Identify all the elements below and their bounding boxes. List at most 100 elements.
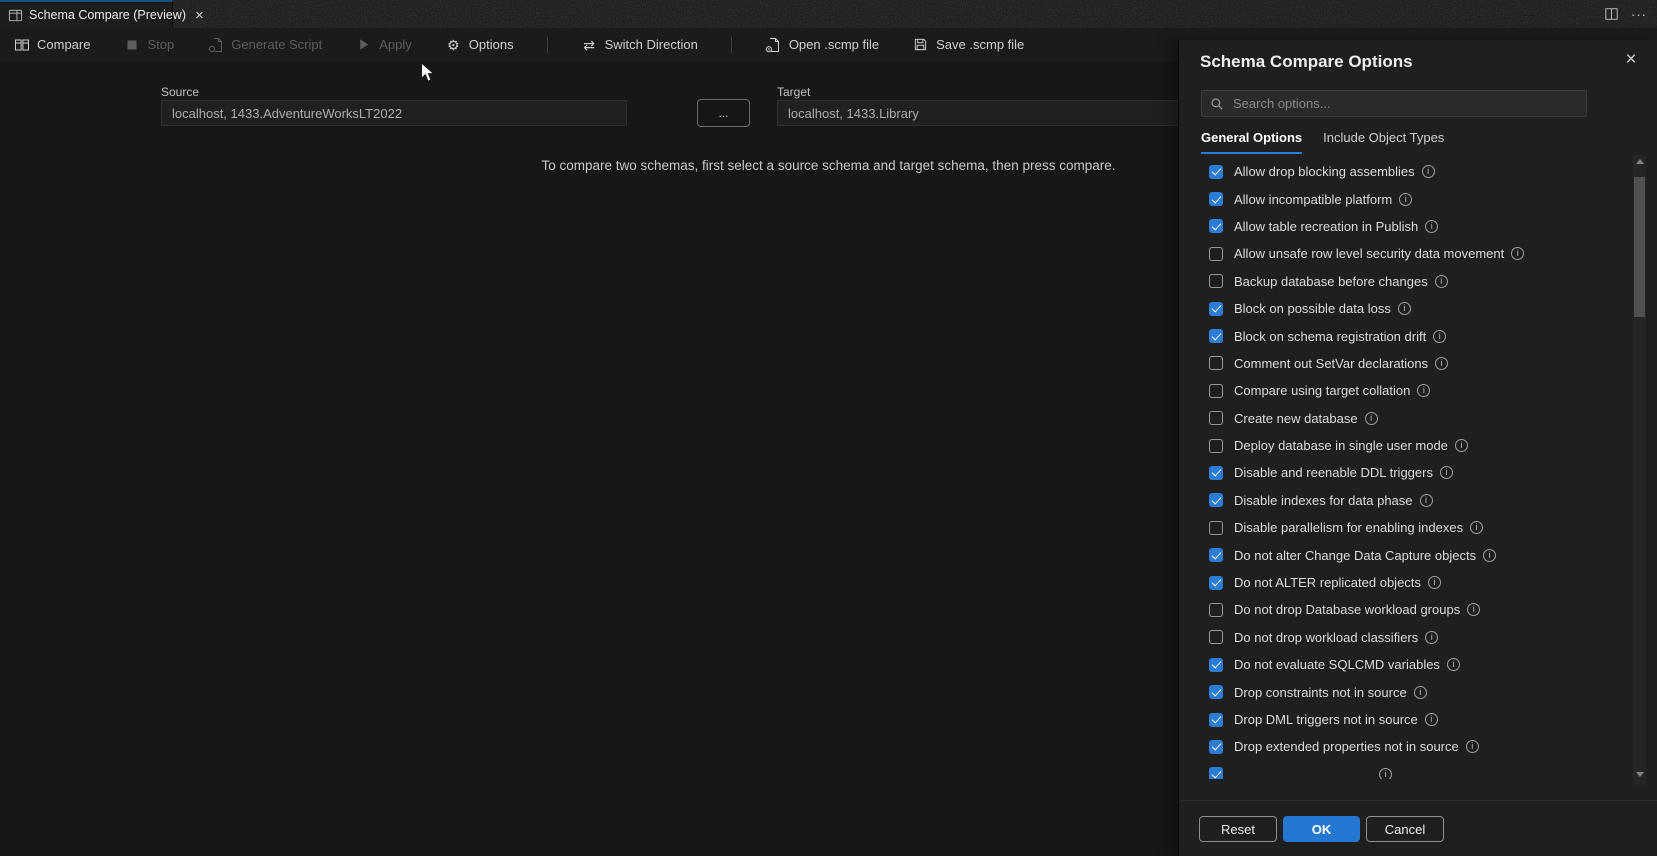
checkbox-unchecked[interactable]: [1209, 438, 1223, 453]
toolbar-button-generate-script[interactable]: Generate Script: [207, 36, 322, 53]
info-icon[interactable]: i: [1470, 521, 1484, 535]
info-icon[interactable]: i: [1379, 767, 1392, 779]
toolbar-label-options: Options: [468, 37, 514, 52]
scrollbar-thumb[interactable]: [1634, 177, 1645, 317]
option-row-drop-constraints-not-in-source[interactable]: Drop constraints not in source i: [1201, 678, 1611, 705]
checkbox-checked[interactable]: [1209, 192, 1223, 207]
checkbox-checked[interactable]: [1209, 685, 1223, 700]
info-icon[interactable]: i: [1417, 384, 1431, 398]
info-icon[interactable]: i: [1465, 740, 1479, 754]
info-icon[interactable]: i: [1399, 192, 1413, 206]
info-icon[interactable]: i: [1364, 411, 1378, 425]
options-search-input[interactable]: [1231, 95, 1578, 112]
checkbox-unchecked[interactable]: [1209, 411, 1223, 426]
option-row-comment-out-setvar-declarations[interactable]: Comment out SetVar declarations i: [1201, 350, 1611, 377]
checkbox-unchecked[interactable]: [1209, 246, 1223, 261]
checkbox-unchecked[interactable]: [1209, 602, 1223, 617]
checkbox-checked[interactable]: [1209, 767, 1223, 779]
option-row-disable-and-reenable-ddl-triggers[interactable]: Disable and reenable DDL triggers i: [1201, 459, 1611, 486]
option-row-partial[interactable]: i: [1201, 761, 1611, 779]
info-icon[interactable]: i: [1424, 713, 1438, 726]
checkbox-unchecked[interactable]: [1209, 383, 1223, 398]
source-browse-button[interactable]: ...: [697, 99, 750, 127]
info-icon[interactable]: i: [1434, 274, 1448, 288]
scroll-up-icon[interactable]: [1635, 159, 1644, 164]
checkbox-checked[interactable]: [1209, 219, 1223, 234]
compare-icon: [13, 36, 30, 53]
option-row-disable-parallelism-for-enabling-indexes[interactable]: Disable parallelism for enabling indexes…: [1201, 514, 1611, 541]
options-search-box[interactable]: [1201, 90, 1587, 117]
option-row-allow-incompatible-platform[interactable]: Allow incompatible platform i: [1201, 185, 1611, 212]
info-icon[interactable]: i: [1427, 576, 1441, 590]
option-row-block-on-schema-registration-drift[interactable]: Block on schema registration drift i: [1201, 322, 1611, 349]
option-row-allow-drop-blocking-assemblies[interactable]: Allow drop blocking assemblies i: [1201, 158, 1611, 185]
panel-title: Schema Compare Options: [1200, 52, 1413, 71]
checkbox-checked[interactable]: [1209, 493, 1223, 508]
info-icon[interactable]: i: [1425, 630, 1439, 644]
info-icon[interactable]: i: [1413, 685, 1427, 699]
split-editor-icon[interactable]: [1604, 7, 1619, 21]
checkbox-checked[interactable]: [1209, 657, 1223, 672]
info-icon[interactable]: i: [1435, 356, 1449, 370]
info-icon[interactable]: i: [1511, 247, 1525, 261]
toolbar-button-compare[interactable]: Compare: [13, 36, 90, 53]
tab-general-options[interactable]: General Options: [1201, 130, 1303, 154]
toolbar-button-open-scmp-file[interactable]: Open .scmp file: [765, 36, 879, 53]
option-row-do-not-drop-workload-classifiers[interactable]: Do not drop workload classifiers i: [1201, 624, 1611, 651]
checkbox-unchecked[interactable]: [1209, 520, 1223, 535]
info-icon[interactable]: i: [1433, 329, 1447, 343]
tab-schema-compare[interactable]: Schema Compare (Preview) ×: [0, 0, 204, 28]
option-row-disable-indexes-for-data-phase[interactable]: Disable indexes for data phase i: [1201, 487, 1611, 514]
option-row-backup-database-before-changes[interactable]: Backup database before changes i: [1201, 268, 1611, 295]
source-input[interactable]: [161, 100, 627, 126]
tab-include-object-types[interactable]: Include Object Types: [1323, 130, 1444, 154]
checkbox-unchecked[interactable]: [1209, 356, 1223, 371]
more-actions-icon[interactable]: ···: [1631, 7, 1647, 22]
toolbar-button-switch-direction[interactable]: ⇄ Switch Direction: [581, 36, 698, 53]
option-row-deploy-database-in-single-user-mode[interactable]: Deploy database in single user mode i: [1201, 432, 1611, 459]
checkbox-checked[interactable]: [1209, 329, 1223, 344]
info-icon[interactable]: i: [1446, 658, 1460, 672]
option-row-allow-unsafe-row-level-security-data-movement[interactable]: Allow unsafe row level security data mov…: [1201, 240, 1611, 267]
option-row-do-not-evaluate-sqlcmd-variables[interactable]: Do not evaluate SQLCMD variables i: [1201, 651, 1611, 678]
info-icon[interactable]: i: [1483, 548, 1497, 562]
toolbar-label-save-scmp-file: Save .scmp file: [936, 37, 1025, 52]
ok-button[interactable]: OK: [1283, 816, 1360, 842]
info-icon[interactable]: i: [1421, 165, 1435, 179]
checkbox-checked[interactable]: [1209, 548, 1223, 563]
toolbar-button-save-scmp-file[interactable]: Save .scmp file: [912, 36, 1024, 53]
checkbox-checked[interactable]: [1209, 712, 1223, 727]
checkbox-checked[interactable]: [1209, 301, 1223, 316]
info-icon[interactable]: i: [1425, 219, 1439, 233]
info-icon[interactable]: i: [1397, 302, 1411, 316]
option-row-allow-table-recreation-in-publish[interactable]: Allow table recreation in Publish i: [1201, 213, 1611, 240]
checkbox-checked[interactable]: [1209, 739, 1223, 754]
checkbox-unchecked[interactable]: [1209, 630, 1223, 645]
options-scrollbar[interactable]: [1633, 155, 1646, 785]
option-row-drop-dml-triggers-not-in-source[interactable]: Drop DML triggers not in source i: [1201, 706, 1611, 733]
checkbox-checked[interactable]: [1209, 465, 1223, 480]
reset-button[interactable]: Reset: [1199, 816, 1277, 842]
option-row-do-not-drop-database-workload-groups[interactable]: Do not drop Database workload groups i: [1201, 596, 1611, 623]
toolbar-button-apply[interactable]: Apply: [355, 36, 412, 53]
toolbar-button-stop[interactable]: Stop: [123, 36, 174, 53]
option-row-create-new-database[interactable]: Create new database i: [1201, 405, 1611, 432]
checkbox-unchecked[interactable]: [1209, 274, 1223, 289]
scroll-down-icon[interactable]: [1635, 772, 1644, 777]
option-row-drop-extended-properties-not-in-source[interactable]: Drop extended properties not in source i: [1201, 733, 1611, 760]
tab-close-icon[interactable]: ×: [195, 8, 204, 23]
info-icon[interactable]: i: [1439, 466, 1453, 480]
info-icon[interactable]: i: [1467, 603, 1481, 617]
info-icon[interactable]: i: [1419, 493, 1433, 507]
panel-close-icon[interactable]: ×: [1619, 48, 1643, 72]
toolbar-button-options[interactable]: ⚙ Options: [445, 36, 514, 53]
option-row-block-on-possible-data-loss[interactable]: Block on possible data loss i: [1201, 295, 1611, 322]
cancel-button[interactable]: Cancel: [1366, 816, 1444, 842]
option-row-compare-using-target-collation[interactable]: Compare using target collation i: [1201, 377, 1611, 404]
checkbox-checked[interactable]: [1209, 164, 1223, 179]
option-row-do-not-alter-change-data-capture-objects[interactable]: Do not alter Change Data Capture objects…: [1201, 541, 1611, 568]
option-row-do-not-alter-replicated-objects[interactable]: Do not ALTER replicated objects i: [1201, 569, 1611, 596]
info-icon[interactable]: i: [1454, 439, 1468, 453]
checkbox-checked[interactable]: [1209, 575, 1223, 590]
target-input[interactable]: [777, 100, 1178, 126]
